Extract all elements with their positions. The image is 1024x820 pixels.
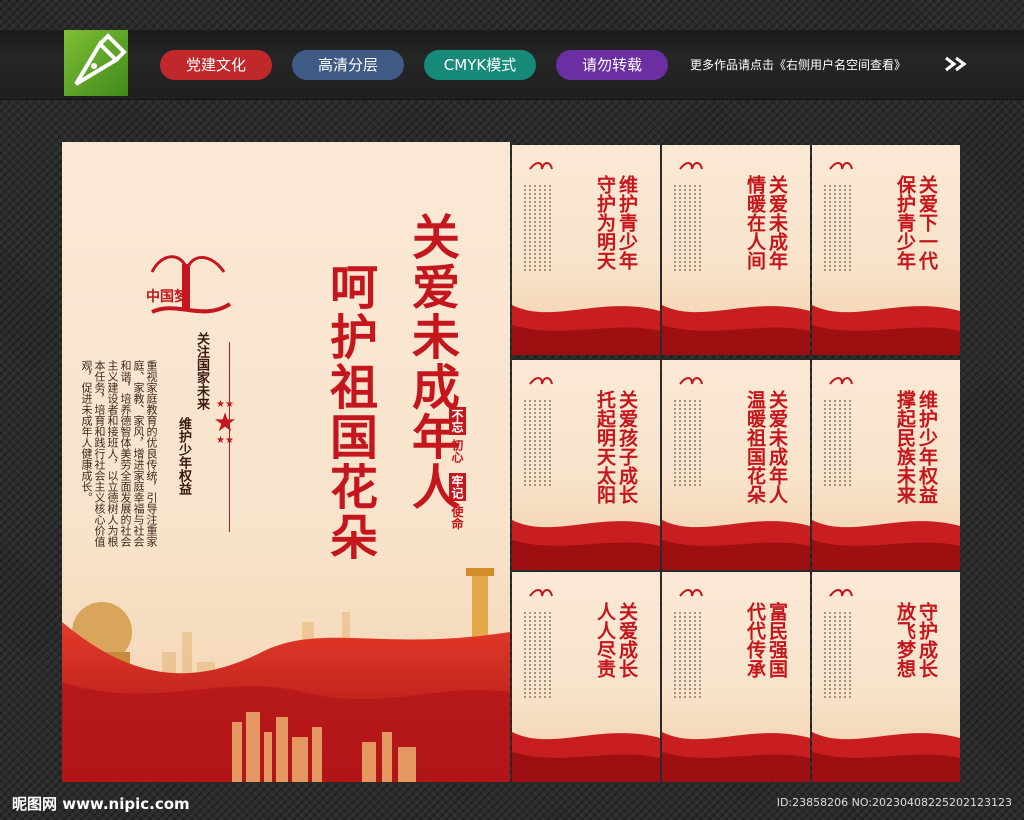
- china-dream-emblem: 中国梦: [142, 242, 232, 326]
- body-text-lines: [524, 612, 584, 702]
- china-dream-logo-icon: [529, 162, 553, 170]
- small-poster-title: 关爱未成年 情暖在人间: [744, 175, 788, 270]
- china-dream-logo-icon: [829, 589, 853, 597]
- red-ribbon-illustration: [662, 305, 810, 355]
- image-id-text: ID:23858206 NO:20230408225202123123: [776, 796, 1012, 809]
- small-poster-title: 关爱未成年人 温暖祖国花朵: [744, 390, 788, 504]
- small-poster-5: 关爱未成年人 温暖祖国花朵: [662, 360, 810, 570]
- red-ribbon-skyline-illustration: [62, 568, 510, 782]
- motto: 不忘 初心 牢记 使命: [444, 407, 466, 530]
- stars-decoration: ★★ ★ ★★: [210, 400, 240, 446]
- china-dream-logo-icon: [529, 589, 553, 597]
- body-text-lines: [674, 400, 734, 490]
- body-text-lines: [524, 185, 584, 275]
- red-ribbon-illustration: [812, 732, 960, 782]
- small-poster-6: 维护少年权益 撑起民族未来: [812, 360, 960, 570]
- red-ribbon-illustration: [512, 305, 660, 355]
- subtitle-1: 关注国家未来: [194, 332, 209, 410]
- body-text-lines: [674, 612, 734, 702]
- small-poster-7: 关爱成长 人人尽责: [512, 572, 660, 782]
- motto-part-2: 初心: [450, 439, 464, 464]
- china-dream-logo-icon: [150, 255, 232, 314]
- site-watermark: 昵图网 www.nipic.com: [12, 795, 190, 813]
- red-ribbon-illustration: [662, 520, 810, 570]
- main-title-line-2: 呵护祖国花朵: [321, 262, 377, 562]
- pen-nib-icon[interactable]: [64, 30, 128, 96]
- emblem-label: 中国梦: [146, 289, 188, 305]
- body-text-lines: [524, 400, 584, 490]
- red-ribbon-illustration: [512, 732, 660, 782]
- small-poster-title: 关爱孩子成长 托起明天太阳: [594, 390, 638, 504]
- body-text-lines: [674, 185, 734, 275]
- small-poster-title: 守护成长 放飞梦想: [894, 602, 938, 678]
- body-text: 重视家庭教育的优良传统，引导注重家庭、家教、家风，增进家庭幸福与社会和谐，培养德…: [80, 360, 158, 547]
- china-dream-logo-icon: [829, 377, 853, 385]
- red-ribbon-illustration: [662, 732, 810, 782]
- star-icon: ★: [213, 408, 237, 438]
- red-ribbon-illustration: [512, 520, 660, 570]
- tag-layered-button[interactable]: 高清分层: [292, 50, 404, 80]
- small-poster-title: 关爱成长 人人尽责: [594, 602, 638, 678]
- tag-cmyk-button[interactable]: CMYK模式: [424, 50, 536, 80]
- small-poster-title: 富民强国 代代传承: [744, 602, 788, 678]
- motto-part-4: 使命: [450, 505, 464, 530]
- body-text-lines: [824, 400, 884, 490]
- small-poster-1: 维护青少年 守护为明天: [512, 145, 660, 355]
- red-ribbon-illustration: [812, 520, 960, 570]
- china-dream-logo-icon: [679, 589, 703, 597]
- tag-dangjian-button[interactable]: 党建文化: [160, 50, 272, 80]
- motto-part-3: 牢记: [449, 473, 466, 502]
- china-dream-logo-icon: [679, 162, 703, 170]
- small-poster-title: 关爱下一代 保护青少年: [894, 175, 938, 270]
- body-text-lines: [824, 185, 884, 275]
- small-poster-2: 关爱未成年 情暖在人间: [662, 145, 810, 355]
- more-works-link[interactable]: 更多作品请点击《右侧用户名空间查看》: [690, 56, 906, 73]
- china-dream-logo-icon: [829, 162, 853, 170]
- red-ribbon-illustration: [812, 305, 960, 355]
- small-poster-4: 关爱孩子成长 托起明天太阳: [512, 360, 660, 570]
- tag-no-repost-button[interactable]: 请勿转载: [556, 50, 668, 80]
- small-poster-title: 维护少年权益 撑起民族未来: [894, 390, 938, 504]
- small-poster-3: 关爱下一代 保护青少年: [812, 145, 960, 355]
- main-poster: 中国梦 关爱未成年人 呵护祖国花朵 关注国家未来 维护少年权益 ★★ ★ ★★ …: [62, 142, 510, 782]
- body-text-lines: [824, 612, 884, 702]
- small-poster-title: 维护青少年 守护为明天: [594, 175, 638, 270]
- subtitle-2: 维护少年权益: [176, 417, 191, 495]
- double-chevron-right-icon[interactable]: [944, 56, 970, 76]
- china-dream-logo-icon: [529, 377, 553, 385]
- small-poster-8: 富民强国 代代传承: [662, 572, 810, 782]
- china-dream-logo-icon: [679, 377, 703, 385]
- small-poster-9: 守护成长 放飞梦想: [812, 572, 960, 782]
- motto-part-1: 不忘: [449, 407, 466, 435]
